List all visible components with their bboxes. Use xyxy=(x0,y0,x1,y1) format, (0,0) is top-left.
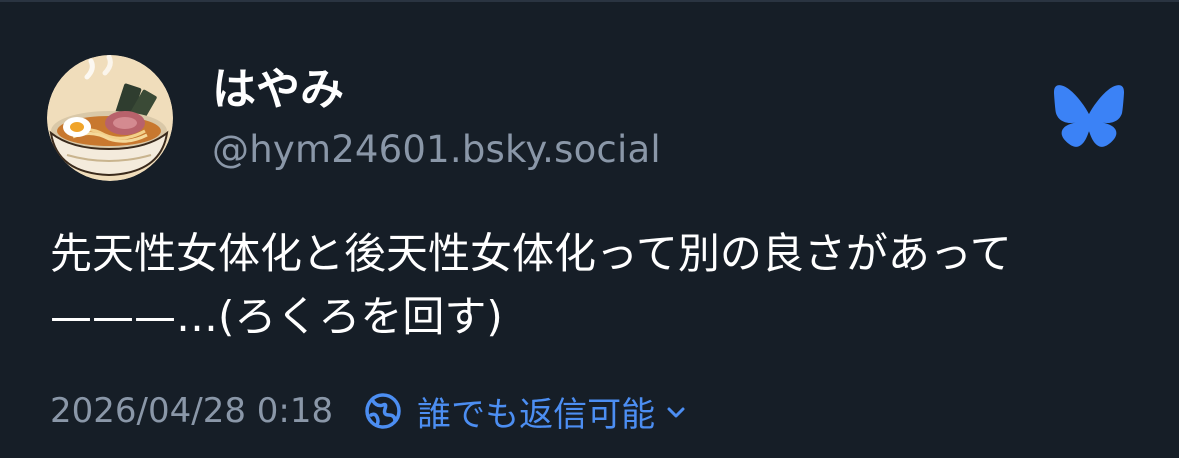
chevron-down-icon xyxy=(667,407,685,418)
top-divider xyxy=(0,0,1179,2)
reply-setting-button[interactable]: 誰でも返信可能 xyxy=(363,387,687,436)
avatar[interactable] xyxy=(47,55,173,181)
post-timestamp[interactable]: 2026/04/28 0:18 xyxy=(50,391,333,431)
reply-setting-label: 誰でも返信可能 xyxy=(417,394,656,435)
globe-icon xyxy=(365,393,401,429)
author-display-name[interactable]: はやみ xyxy=(212,62,344,118)
bluesky-butterfly-icon[interactable] xyxy=(1052,84,1126,148)
author-handle[interactable]: @hym24601.bsky.social xyxy=(212,124,661,176)
post-meta: 2026/04/28 0:18 誰でも返信可能 xyxy=(50,383,687,439)
ramen-bowl-avatar-icon xyxy=(47,55,173,181)
post-text: 先天性女体化と後天性女体化って別の良さがあって———…(ろくろを回す) xyxy=(50,229,1012,341)
